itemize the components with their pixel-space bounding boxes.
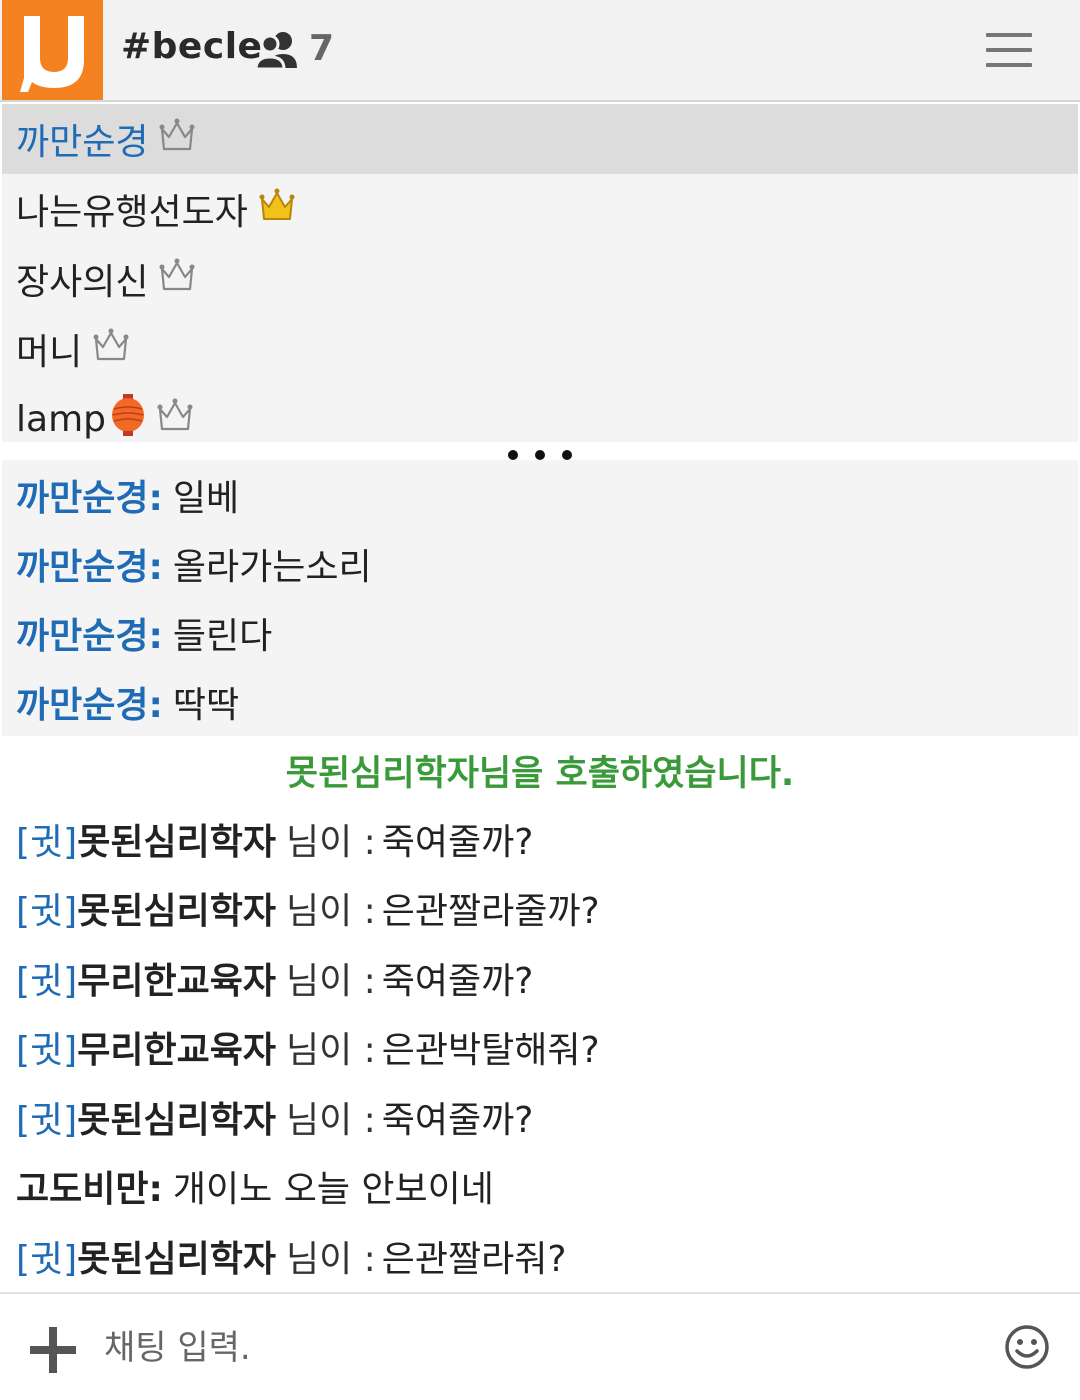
chat-history: 까만순경: 일베 까만순경: 올라가는소리 까만순경: 들린다 까만순경: 딱딱 bbox=[2, 460, 1078, 736]
whisper-nick[interactable]: 못된심리학자 bbox=[77, 1230, 276, 1282]
whisper-nick[interactable]: 무리한교육자 bbox=[77, 1021, 276, 1073]
chat-header: #becle 7 bbox=[0, 0, 1080, 102]
user-list: 까만순경 나는유행선도자 장사의신 머니 lamp bbox=[2, 104, 1078, 442]
crown-gold-icon bbox=[258, 187, 296, 232]
whisper-nick[interactable]: 무리한교육자 bbox=[77, 952, 276, 1004]
whisper-text: 은관짤라줘? bbox=[381, 1238, 567, 1280]
whisper-text: 죽여줄까? bbox=[381, 960, 534, 1002]
lantern-icon bbox=[110, 393, 146, 443]
whisper-nick[interactable]: 못된심리학자 bbox=[77, 882, 276, 934]
room-title: #becle bbox=[121, 26, 263, 67]
user-name: 장사의신 bbox=[16, 262, 149, 303]
whisper-tag: [귓] bbox=[16, 891, 78, 933]
whisper-suffix: 님이 : bbox=[285, 1099, 376, 1141]
whisper-suffix: 님이 : bbox=[285, 1238, 376, 1280]
message-sender[interactable]: 까만순경: bbox=[16, 469, 163, 521]
crown-outline-icon bbox=[158, 117, 196, 162]
menu-icon[interactable] bbox=[986, 33, 1032, 67]
whisper-tag: [귓] bbox=[16, 960, 78, 1002]
chat-message: 까만순경: 일베 bbox=[2, 460, 1078, 529]
user-list-item[interactable]: 머니 bbox=[2, 314, 1078, 384]
message-text: 올라가는소리 bbox=[172, 546, 372, 588]
whisper-tag: [귓] bbox=[16, 1238, 78, 1280]
whisper-suffix: 님이 : bbox=[285, 821, 376, 863]
chat-message: 까만순경: 올라가는소리 bbox=[2, 529, 1078, 598]
message-sender[interactable]: 까만순경: bbox=[16, 676, 163, 728]
whisper-suffix: 님이 : bbox=[285, 960, 376, 1002]
whisper-text: 은관박탈해줘? bbox=[381, 1030, 600, 1072]
whisper-nick[interactable]: 못된심리학자 bbox=[77, 813, 276, 865]
whisper-message: [귓] 무리한교육자 님이 : 죽여줄까? bbox=[2, 943, 1078, 1013]
message-sender[interactable]: 까만순경: bbox=[16, 538, 163, 590]
user-list-item[interactable]: 까만순경 bbox=[2, 104, 1078, 174]
whisper-suffix: 님이 : bbox=[285, 891, 376, 933]
message-text: 딱딱 bbox=[172, 684, 240, 726]
chat-input-bar bbox=[0, 1292, 1080, 1400]
whisper-message: [귓] 못된심리학자 님이 : 은관짤라줄까? bbox=[2, 874, 1078, 944]
user-list-item[interactable]: lamp bbox=[2, 384, 1078, 442]
user-name: 머니 bbox=[16, 332, 83, 373]
chat-message: 까만순경: 들린다 bbox=[2, 598, 1078, 667]
whisper-tag: [귓] bbox=[16, 1099, 78, 1141]
system-notice: 못된심리학자님을 호출하였습니다. bbox=[285, 753, 795, 794]
message-text: 개이노 오늘 안보이네 bbox=[172, 1169, 494, 1211]
emoji-icon[interactable] bbox=[1004, 1324, 1050, 1374]
users-icon[interactable] bbox=[254, 30, 301, 74]
user-name: 나는유행선도자 bbox=[16, 192, 248, 233]
whisper-tag: [귓] bbox=[16, 821, 78, 863]
whisper-suffix: 님이 : bbox=[285, 1030, 376, 1072]
message-sender[interactable]: 까만순경: bbox=[16, 607, 163, 659]
user-name: 까만순경 bbox=[16, 122, 149, 163]
user-count: 7 bbox=[309, 28, 335, 69]
chat-recent: 못된심리학자님을 호출하였습니다. [귓] 못된심리학자 님이 : 죽여줄까? … bbox=[2, 736, 1078, 1292]
message-text: 일베 bbox=[172, 477, 240, 519]
whisper-tag: [귓] bbox=[16, 1030, 78, 1072]
crown-outline-icon bbox=[158, 257, 196, 302]
whisper-text: 죽여줄까? bbox=[381, 821, 534, 863]
whisper-message: [귓] 무리한교육자 님이 : 은관박탈해줘? bbox=[2, 1013, 1078, 1083]
whisper-message: [귓] 못된심리학자 님이 : 죽여줄까? bbox=[2, 804, 1078, 874]
chat-message: 까만순경: 딱딱 bbox=[2, 667, 1078, 736]
whisper-text: 은관짤라줄까? bbox=[381, 891, 600, 933]
whisper-nick[interactable]: 못된심리학자 bbox=[77, 1091, 276, 1143]
crown-outline-icon bbox=[92, 327, 130, 372]
message-sender[interactable]: 고도비만: bbox=[16, 1160, 163, 1212]
plus-icon[interactable] bbox=[30, 1327, 76, 1373]
whisper-message: [귓] 못된심리학자 님이 : 은관짤라줘? bbox=[2, 1221, 1078, 1291]
chat-message: 고도비만: 개이노 오늘 안보이네 bbox=[2, 1152, 1078, 1222]
user-name: lamp bbox=[16, 398, 106, 440]
app-logo[interactable] bbox=[2, 0, 103, 100]
user-list-item[interactable]: 장사의신 bbox=[2, 244, 1078, 314]
whisper-message: [귓] 못된심리학자 님이 : 죽여줄까? bbox=[2, 1082, 1078, 1152]
chat-input[interactable] bbox=[104, 1320, 964, 1376]
whisper-text: 죽여줄까? bbox=[381, 1099, 534, 1141]
user-list-item[interactable]: 나는유행선도자 bbox=[2, 174, 1078, 244]
message-text: 들린다 bbox=[172, 615, 273, 657]
crown-outline-icon bbox=[156, 397, 194, 442]
